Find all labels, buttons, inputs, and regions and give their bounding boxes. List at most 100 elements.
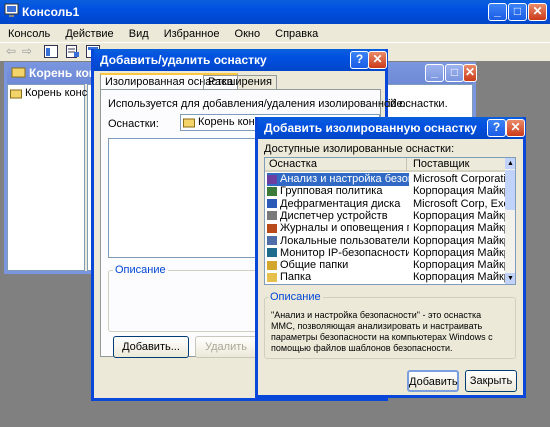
scroll-thumb[interactable] bbox=[505, 170, 515, 210]
snapin-name: Общие папки bbox=[280, 259, 349, 272]
users-icon bbox=[267, 236, 277, 246]
vendor-cell: Корпорация Майкрос... bbox=[413, 259, 505, 272]
menu-help[interactable]: Справка bbox=[275, 28, 318, 40]
standalone-close-button[interactable]: ✕ bbox=[506, 119, 525, 137]
defrag-icon bbox=[267, 199, 277, 209]
snapins-label: Оснастки: bbox=[108, 118, 159, 130]
child-close-button[interactable]: ✕ bbox=[463, 64, 477, 82]
vertical-scrollbar[interactable]: ▲ ▼ bbox=[505, 158, 515, 284]
maximize-button[interactable]: □ bbox=[508, 3, 527, 21]
vendor-cell: Корпорация Майкрос... bbox=[413, 246, 505, 259]
vendor-cell: Microsoft Corp, Executi... bbox=[413, 197, 505, 210]
vendor-cell: Корпорация Майкрос... bbox=[413, 222, 505, 235]
add-remove-title: Добавить/удалить оснастку bbox=[100, 53, 267, 67]
device-manager-icon bbox=[267, 211, 277, 221]
menu-console[interactable]: Консоль bbox=[8, 28, 50, 40]
snapin-name-cell: Общие папки bbox=[267, 259, 409, 272]
add-standalone-button[interactable]: Добавить bbox=[407, 370, 459, 392]
snapin-name: Журналы и оповещения произво... bbox=[280, 222, 409, 235]
table-row[interactable]: Журналы и оповещения произво... Корпораци… bbox=[265, 222, 505, 235]
tab-extensions[interactable]: Расширения bbox=[203, 75, 277, 89]
list-rows: Анализ и настройка безопасности Microsoft… bbox=[265, 173, 505, 284]
child-maximize-button[interactable]: □ bbox=[445, 64, 464, 82]
table-row[interactable]: Анализ и настройка безопасности Microsoft… bbox=[265, 173, 505, 186]
show-tree-icon[interactable] bbox=[44, 45, 58, 58]
snapin-name: Анализ и настройка безопасности bbox=[280, 173, 409, 185]
properties-icon[interactable] bbox=[66, 45, 80, 58]
vendor-cell: Корпорация Майкрос... bbox=[413, 209, 505, 222]
table-row[interactable]: Локальные пользователи и груп... Корпорац… bbox=[265, 235, 505, 248]
vendor-cell: Microsoft Corporation bbox=[413, 173, 505, 185]
folder-icon bbox=[183, 118, 195, 128]
add-snapin-button[interactable]: Добавить... bbox=[113, 336, 189, 358]
standalone-help-button[interactable]: ? bbox=[487, 119, 506, 137]
snapin-name: Диспетчер устройств bbox=[280, 209, 388, 222]
table-row[interactable]: Монитор IP-безопасности Корпорация Майкро… bbox=[265, 247, 505, 260]
snapin-name-cell: Дефрагментация диска bbox=[267, 198, 409, 211]
shared-folder-icon bbox=[267, 260, 277, 270]
tab-description: Используется для добавления/удаления изо… bbox=[108, 98, 448, 110]
table-row[interactable]: Дефрагментация диска Microsoft Corp, Exec… bbox=[265, 198, 505, 211]
table-row[interactable]: Групповая политика Корпорация Майкрос... bbox=[265, 185, 505, 198]
snapin-name: Дефрагментация диска bbox=[280, 197, 401, 210]
menu-bar: Консоль Действие Вид Избранное Окно Спра… bbox=[8, 27, 330, 41]
table-row[interactable]: Диспетчер устройств Корпорация Майкрос... bbox=[265, 210, 505, 223]
back-arrow-icon[interactable]: ⇦ bbox=[6, 44, 16, 58]
scroll-up-arrow-icon[interactable]: ▲ bbox=[505, 158, 515, 169]
vendor-cell: Корпорация Майкрос... bbox=[413, 234, 505, 247]
folder-icon bbox=[267, 272, 277, 282]
description-group-label: Описание bbox=[113, 264, 168, 276]
add-standalone-dialog: Добавить изолированную оснастку ? ✕ Дост… bbox=[255, 117, 526, 398]
add-standalone-title-bar[interactable]: Добавить изолированную оснастку bbox=[258, 117, 523, 139]
snapin-name: Монитор IP-безопасности bbox=[280, 246, 409, 259]
security-icon bbox=[267, 174, 277, 184]
snapin-name-cell: Анализ и настройка безопасности bbox=[267, 173, 409, 186]
menu-favorites[interactable]: Избранное bbox=[164, 28, 220, 40]
menu-view[interactable]: Вид bbox=[129, 28, 149, 40]
vendor-cell: Корпорация Майкрос... bbox=[413, 271, 505, 284]
tab-extensions-label: Расширения bbox=[208, 76, 272, 88]
scroll-down-arrow-icon[interactable]: ▼ bbox=[505, 273, 515, 284]
snapin-name: Папка bbox=[280, 271, 312, 284]
help-button[interactable]: ? bbox=[350, 51, 369, 69]
console-title: Консоль1 bbox=[22, 5, 80, 19]
snapin-name-cell: Папка bbox=[267, 271, 409, 284]
snapin-name-cell: Монитор IP-безопасности bbox=[267, 247, 409, 260]
perf-logs-icon bbox=[267, 223, 277, 233]
close-button[interactable]: ✕ bbox=[528, 3, 547, 21]
mmc-app-icon bbox=[4, 3, 19, 17]
add-remove-title-bar[interactable]: Добавить/удалить оснастку bbox=[94, 49, 385, 71]
folder-icon bbox=[10, 89, 22, 99]
snapin-name-cell: Диспетчер устройств bbox=[267, 210, 409, 223]
vendor-cell: Корпорация Майкрос... bbox=[413, 185, 505, 198]
list-header: Оснастка Поставщик bbox=[265, 158, 505, 172]
standalone-description-group: "Анализ и настройка безопасности" - это … bbox=[264, 297, 516, 359]
snapin-name-cell: Журналы и оповещения произво... bbox=[267, 222, 409, 235]
menu-window[interactable]: Окно bbox=[235, 28, 261, 40]
add-standalone-title: Добавить изолированную оснастку bbox=[264, 121, 477, 135]
close-standalone-button[interactable]: Закрыть bbox=[465, 370, 517, 392]
minimize-button[interactable]: _ bbox=[488, 3, 507, 21]
snapin-name-cell: Локальные пользователи и груп... bbox=[267, 235, 409, 248]
group-policy-icon bbox=[267, 186, 277, 196]
remove-snapin-button[interactable]: Удалить bbox=[195, 336, 257, 358]
snapin-name: Групповая политика bbox=[280, 185, 383, 198]
snapin-name: Локальные пользователи и груп... bbox=[280, 234, 409, 247]
console-root-icon bbox=[11, 67, 26, 78]
available-label: Доступные изолированные оснастки: bbox=[264, 143, 455, 155]
tree-pane: Корень консоли bbox=[7, 84, 106, 271]
ipsec-monitor-icon bbox=[267, 248, 277, 258]
forward-arrow-icon[interactable]: ⇨ bbox=[22, 44, 32, 58]
column-vendor[interactable]: Поставщик bbox=[413, 158, 505, 171]
snapin-list: Оснастка Поставщик Анализ и настройка бе… bbox=[264, 157, 516, 285]
table-row[interactable]: Общие папки Корпорация Майкрос... bbox=[265, 259, 505, 272]
standalone-description-text: "Анализ и настройка безопасности" - это … bbox=[271, 310, 493, 353]
snapin-name-cell: Групповая политика bbox=[267, 185, 409, 198]
add-remove-close-button[interactable]: ✕ bbox=[368, 51, 387, 69]
column-snapin[interactable]: Оснастка bbox=[269, 158, 407, 171]
standalone-description-label: Описание bbox=[268, 291, 323, 303]
child-minimize-button[interactable]: _ bbox=[425, 64, 444, 82]
menu-action[interactable]: Действие bbox=[65, 28, 113, 40]
console-title-bar[interactable]: Консоль1 bbox=[0, 0, 550, 24]
table-row[interactable]: Папка Корпорация Майкрос... bbox=[265, 271, 505, 284]
